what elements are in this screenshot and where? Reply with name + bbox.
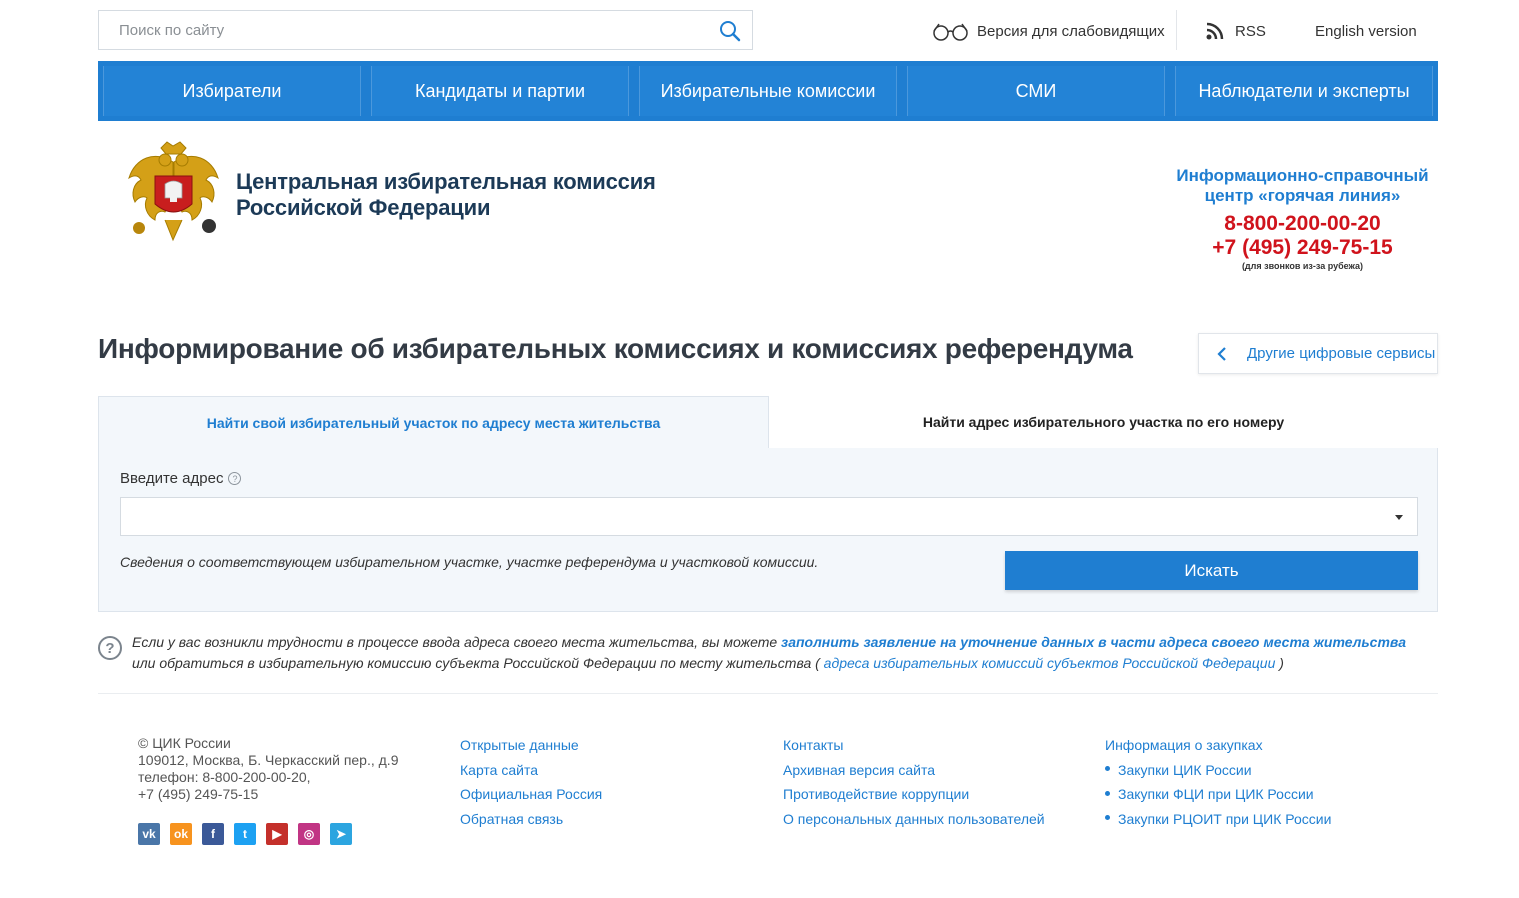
- footer-column-2: Контакты Архивная версия сайта Противоде…: [783, 733, 1045, 831]
- chevron-down-icon[interactable]: [1395, 515, 1403, 520]
- organization-name[interactable]: Центральная избирательная комиссия Росси…: [236, 169, 656, 221]
- chevron-left-icon: [1217, 346, 1226, 361]
- nav-item-observers[interactable]: Наблюдатели и эксперты: [1175, 66, 1433, 116]
- page-title: Информирование об избирательных комиссия…: [98, 333, 1133, 364]
- twitter-icon[interactable]: t: [234, 823, 256, 845]
- rss-link[interactable]: RSS: [1205, 20, 1266, 42]
- footer-link-personal-data[interactable]: О персональных данных пользователей: [783, 807, 1045, 832]
- coat-of-arms-logo[interactable]: [125, 140, 222, 242]
- english-version-label: English version: [1315, 22, 1417, 40]
- telegram-icon[interactable]: ➤: [330, 823, 352, 845]
- footer-link-official-russia[interactable]: Официальная Россия: [460, 782, 602, 807]
- main-nav: Избиратели Кандидаты и партии Избиратель…: [98, 61, 1438, 121]
- bullet: [1105, 766, 1110, 772]
- low-vision-label: Версия для слабовидящих: [977, 22, 1165, 40]
- hotline-block: Информационно-справочный центр «горячая …: [1170, 166, 1435, 272]
- hotline-phone-2[interactable]: +7 (495) 249-75-15: [1170, 236, 1435, 260]
- tab-content: Введите адрес ? Сведения о соответствующ…: [98, 448, 1438, 612]
- search-icon[interactable]: [718, 19, 742, 43]
- help-icon[interactable]: ?: [228, 472, 242, 485]
- regional-commissions-link[interactable]: адреса избирательных комиссий субъектов …: [824, 655, 1276, 671]
- help-text-2: или обратиться в избирательную комиссию …: [132, 655, 824, 671]
- english-version-link[interactable]: English version: [1315, 20, 1417, 42]
- address-label: Введите адрес ?: [120, 470, 242, 487]
- search-panel: Найти свой избирательный участок по адре…: [98, 396, 1438, 612]
- address-clarification-link[interactable]: заполнить заявление на уточнение данных …: [781, 634, 1406, 650]
- vk-icon[interactable]: vk: [138, 823, 160, 845]
- top-separator: [1176, 10, 1177, 50]
- nav-item-media[interactable]: СМИ: [907, 66, 1165, 116]
- odnoklassniki-icon[interactable]: ok: [170, 823, 192, 845]
- instagram-icon[interactable]: ◎: [298, 823, 320, 845]
- footer-phone-2: +7 (495) 249-75-15: [138, 786, 259, 802]
- footer-column-3: Информация о закупках Закупки ЦИК России…: [1105, 733, 1331, 831]
- footer-link-procurement-fci-label: Закупки ФЦИ при ЦИК России: [1118, 786, 1314, 802]
- bullet: [1105, 815, 1110, 821]
- footer-phone-1: телефон: 8-800-200-00-20,: [138, 769, 311, 785]
- address-label-text: Введите адрес: [120, 470, 224, 487]
- hotline-phone-1[interactable]: 8-800-200-00-20: [1170, 212, 1435, 236]
- address-select[interactable]: [120, 497, 1418, 536]
- footer-link-procurement-cik[interactable]: Закупки ЦИК России: [1105, 758, 1331, 783]
- hotline-title-line2: центр «горячая линия»: [1204, 186, 1401, 205]
- nav-item-voters[interactable]: Избиратели: [103, 66, 361, 116]
- facebook-icon[interactable]: f: [202, 823, 224, 845]
- search-button[interactable]: Искать: [1005, 551, 1418, 590]
- hotline-title-line1: Информационно-справочный: [1176, 166, 1429, 185]
- youtube-icon[interactable]: ▶: [266, 823, 288, 845]
- tab-find-by-number[interactable]: Найти адрес избирательного участка по ег…: [769, 396, 1438, 449]
- footer-link-procurement-rcoit[interactable]: Закупки РЦОИТ при ЦИК России: [1105, 807, 1331, 832]
- footer-link-procurement-cik-label: Закупки ЦИК России: [1118, 761, 1252, 778]
- low-vision-link[interactable]: Версия для слабовидящих: [931, 20, 1165, 42]
- help-text-1: Если у вас возникли трудности в процессе…: [132, 634, 782, 650]
- glasses-icon: [933, 23, 968, 41]
- footer-link-procurement-rcoit-label: Закупки РЦОИТ при ЦИК России: [1118, 810, 1332, 827]
- footer-link-open-data[interactable]: Открытые данные: [460, 733, 602, 758]
- footer-divider: [98, 693, 1438, 694]
- rss-label: RSS: [1235, 22, 1266, 40]
- info-text: Сведения о соответствующем избирательном…: [120, 554, 819, 570]
- rss-icon: [1206, 22, 1224, 40]
- org-name-line2: Российской Федерации: [236, 195, 491, 220]
- tab-find-by-address[interactable]: Найти свой избирательный участок по адре…: [98, 396, 769, 449]
- help-note: Если у вас возникли трудности в процессе…: [132, 632, 1432, 674]
- org-name-line1: Центральная избирательная комиссия: [236, 169, 656, 194]
- footer-link-sitemap[interactable]: Карта сайта: [460, 758, 602, 783]
- footer-link-feedback[interactable]: Обратная связь: [460, 807, 602, 832]
- footer-address: 109012, Москва, Б. Черкасский пер., д.9: [138, 752, 399, 768]
- search-input[interactable]: [99, 11, 752, 49]
- footer-link-archive[interactable]: Архивная версия сайта: [783, 758, 1045, 783]
- footer-copyright: © ЦИК России: [138, 735, 231, 751]
- nav-item-commissions[interactable]: Избирательные комиссии: [639, 66, 897, 116]
- footer-link-contacts[interactable]: Контакты: [783, 733, 1045, 758]
- bullet: [1105, 790, 1110, 796]
- other-services-button[interactable]: Другие цифровые сервисы: [1198, 333, 1438, 374]
- footer-link-anticorruption[interactable]: Противодействие коррупции: [783, 782, 1045, 807]
- social-links: vk ok f t ▶ ◎ ➤: [138, 823, 352, 845]
- nav-item-candidates[interactable]: Кандидаты и партии: [371, 66, 629, 116]
- other-services-label: Другие цифровые сервисы: [1247, 345, 1436, 362]
- footer-link-procurement[interactable]: Информация о закупках: [1105, 733, 1331, 758]
- site-search: [98, 10, 753, 50]
- question-icon: ?: [98, 636, 122, 660]
- hotline-note: (для звонков из-за рубежа): [1241, 261, 1364, 271]
- footer-column-1: Открытые данные Карта сайта Официальная …: [460, 733, 602, 831]
- help-text-3: ): [1275, 655, 1284, 671]
- footer-link-procurement-fci[interactable]: Закупки ФЦИ при ЦИК России: [1105, 782, 1331, 807]
- footer-contacts: © ЦИК России 109012, Москва, Б. Черкасск…: [138, 735, 398, 803]
